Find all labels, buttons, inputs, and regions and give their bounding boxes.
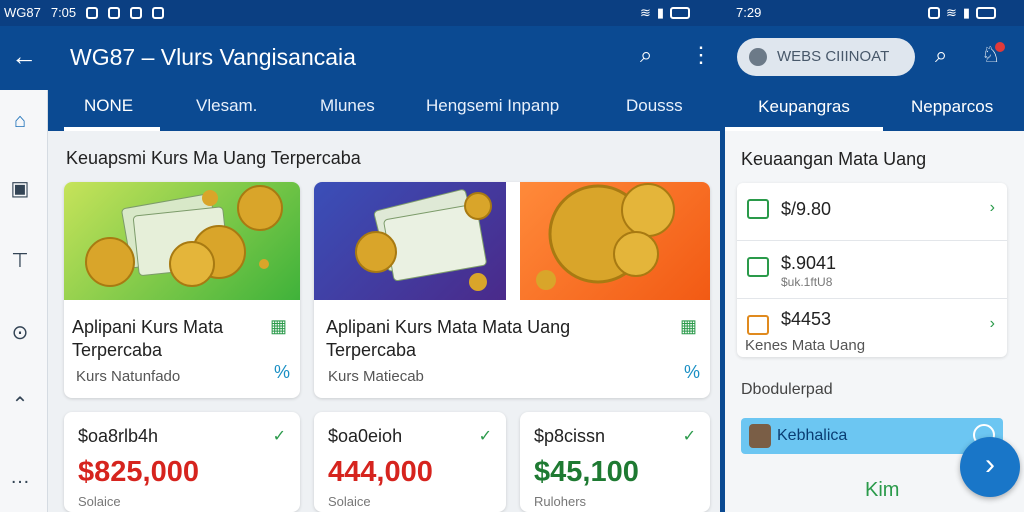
battery-icon <box>670 7 691 19</box>
avatar <box>749 424 771 448</box>
currency-image <box>64 182 300 300</box>
right-header: WEBS CIIINOAT ⌕ ♘ Keupangras Nepparcos <box>725 26 1024 131</box>
more-icon[interactable]: … <box>8 466 32 490</box>
share-icon[interactable]: ⌃ <box>8 392 32 416</box>
price-code: $oa0eioh <box>328 426 403 446</box>
app-header: WG87 – Vlurs Vangisancaia ⌕ ⋮ NONE Vlesa… <box>48 26 720 131</box>
contact-label: Kebhalica <box>777 427 848 444</box>
price-label: Solaice <box>78 494 121 509</box>
chevron-right-icon[interactable]: › <box>990 315 995 333</box>
card-subtitle: Kurs Natunfado <box>76 368 181 385</box>
rate-list: $/9.80 › $.9041 $uk.1ftU8 $4453 Kenes Ma… <box>737 183 1007 357</box>
price-card-1[interactable]: $oa8rlb4h ✓ $825,000 Solaice <box>64 412 300 512</box>
percent-icon[interactable]: % <box>684 362 700 383</box>
tab-bar: NONE Vlesam. Mlunes Hengsemi Inpanp Dous… <box>48 90 720 131</box>
list-item[interactable]: $4453 Kenes Mata Uang › <box>737 299 1007 357</box>
right-title: Keuaangan Mata Uang <box>741 149 927 169</box>
chevron-right-icon[interactable]: › <box>990 199 995 217</box>
menu-icon[interactable]: ⋮ <box>690 42 712 68</box>
list-item[interactable]: $.9041 $uk.1ftU8 <box>737 241 1007 299</box>
active-tab-indicator <box>64 127 160 131</box>
status-time-right: 7:29 <box>736 5 762 20</box>
home-icon[interactable]: ⌂ <box>8 110 32 134</box>
rate-sub: Kenes Mata Uang <box>745 337 866 354</box>
currency-card-1[interactable]: Aplipani Kurs Mata Terpercaba Kurs Natun… <box>64 182 300 398</box>
price-code: $p8cissn <box>534 426 606 446</box>
nav-rail: ← ⌂ ▣ ⊤ ⊙ ⌃ … <box>0 26 48 512</box>
wifi-icon-right: ≋ <box>946 5 957 20</box>
check-icon <box>747 199 769 219</box>
rate-sub: $uk.1ftU8 <box>781 275 833 289</box>
search-icon[interactable]: ⌕ <box>640 42 652 68</box>
tab-nepparcos[interactable]: Nepparcos <box>911 97 993 117</box>
price-value: $825,000 <box>78 456 199 488</box>
status-bar: WG87 7:05 ≋ ▮ 7:29 ≋ ▮ <box>0 0 1024 26</box>
tab-none[interactable]: NONE <box>84 96 133 116</box>
sim-icon <box>928 7 940 19</box>
back-button[interactable]: ← <box>0 26 48 90</box>
price-card-3[interactable]: $p8cissn ✓ $45,100 Rulohers <box>520 412 710 512</box>
rate-value: $4453 <box>781 309 832 329</box>
photo-icon <box>152 6 165 19</box>
card-subtitle: Kurs Matiecab <box>328 368 424 385</box>
card-title: Aplipani Kurs Mata Mata Uang Terpercaba <box>326 317 571 360</box>
currency-card-2[interactable]: Aplipani Kurs Mata Mata Uang Terpercaba … <box>314 182 710 398</box>
next-fab-button[interactable]: › <box>960 437 1020 497</box>
tab-hengsemi[interactable]: Hengsemi Inpanp <box>426 96 559 116</box>
money-illustration <box>85 185 283 287</box>
percent-icon[interactable]: % <box>274 362 290 383</box>
section-title: Keuapsmi Kurs Ma Uang Terpercaba <box>66 148 361 168</box>
page-title: WG87 – Vlurs Vangisancaia <box>70 44 356 70</box>
tab-mlunes[interactable]: Mlunes <box>320 96 375 116</box>
search-pill-label: WEBS CIIINOAT <box>777 48 890 65</box>
coin-image <box>520 182 710 300</box>
price-value: 444,000 <box>328 456 433 488</box>
status-time: 7:05 <box>50 5 77 20</box>
check-icon: ✓ <box>682 428 696 445</box>
battery-icon-right <box>976 7 997 19</box>
coin-illustration <box>536 183 675 290</box>
signal-icon-right: ▮ <box>962 5 971 20</box>
tab-dousss[interactable]: Dousss <box>626 96 683 116</box>
signal-icon: ▮ <box>656 5 665 20</box>
wifi-icon: ≋ <box>640 5 651 20</box>
list-item[interactable]: $/9.80 › <box>737 183 1007 241</box>
section-label: Dbodulerpad <box>741 381 833 398</box>
qr-icon[interactable]: ▦ <box>270 316 290 336</box>
status-left-text: WG87 <box>4 5 41 20</box>
price-code: $oa8rlb4h <box>78 426 159 446</box>
qr-icon[interactable]: ▦ <box>680 316 700 336</box>
search-pill[interactable]: WEBS CIIINOAT <box>737 38 915 76</box>
price-card-2[interactable]: $oa0eioh ✓ 444,000 Solaice <box>314 412 506 512</box>
bottom-label: Kim <box>865 479 900 501</box>
currency-image <box>314 182 506 300</box>
rate-value: $/9.80 <box>781 199 832 219</box>
compass-icon[interactable]: ⊙ <box>8 320 32 344</box>
notification-badge <box>995 42 1005 52</box>
price-value: $45,100 <box>534 456 639 488</box>
shop-icon[interactable]: ▣ <box>8 176 32 200</box>
notification-icon <box>86 6 99 19</box>
tab-keupangras[interactable]: Keupangras <box>725 97 883 117</box>
chart-icon[interactable]: ⊤ <box>8 248 32 272</box>
price-label: Rulohers <box>534 494 587 509</box>
message-icon <box>130 6 143 19</box>
check-icon: ✓ <box>478 428 492 445</box>
camera-icon <box>108 6 121 19</box>
avatar <box>749 48 767 66</box>
rate-value: $.9041 <box>781 253 837 273</box>
contact-bar[interactable]: Kebhalica <box>741 418 1003 454</box>
money-illustration <box>355 189 492 291</box>
search-icon[interactable]: ⌕ <box>935 42 947 68</box>
check-icon: ✓ <box>272 428 286 445</box>
wallet-icon <box>747 257 769 277</box>
price-label: Solaice <box>328 494 371 509</box>
tab-vlesam[interactable]: Vlesam. <box>196 96 257 116</box>
mail-icon <box>747 315 769 335</box>
card-title: Aplipani Kurs Mata Terpercaba <box>72 317 224 360</box>
